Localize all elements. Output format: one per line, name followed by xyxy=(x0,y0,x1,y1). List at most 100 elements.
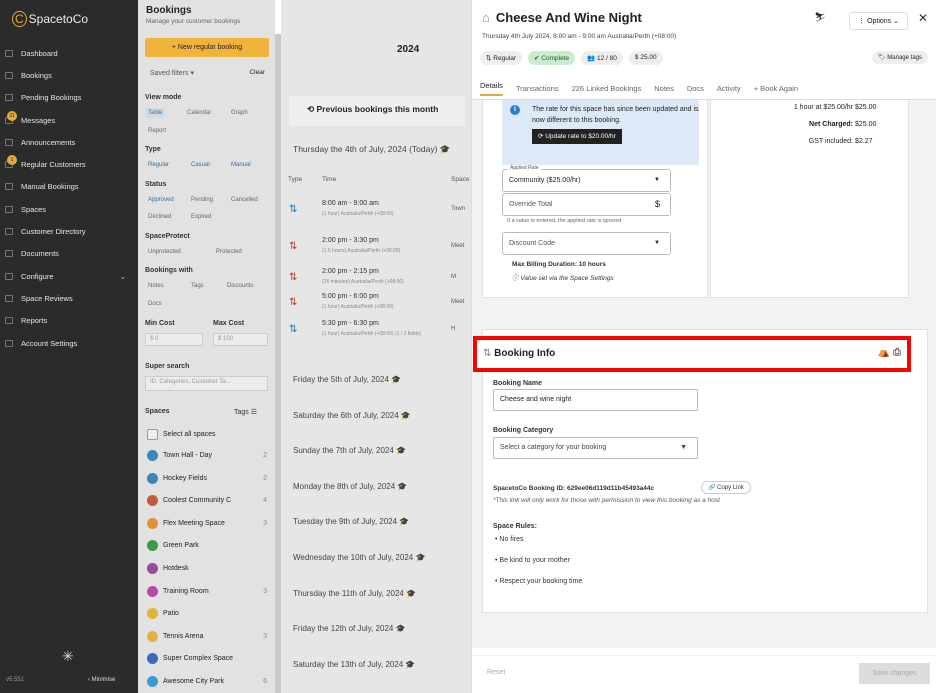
update-rate-button[interactable]: ⟳ Update rate to $20.00/hr xyxy=(532,129,622,144)
space-name: Awesome City Park xyxy=(163,678,224,685)
detail-scroll[interactable]: i The rate for this space has since been… xyxy=(472,100,936,648)
event-detail: (1.5 hours) Australia/Perth (+08:00) xyxy=(322,248,401,254)
space-item[interactable]: Hockey Fields 2 xyxy=(147,472,267,484)
space-item[interactable]: Training Room 3 xyxy=(147,585,267,597)
day-heading: Saturday the 6th of July, 2024 🎓 xyxy=(293,411,411,420)
tab-activity[interactable]: Activity xyxy=(717,84,741,93)
info-icon: i xyxy=(510,105,520,115)
type-casual[interactable]: Casual xyxy=(188,160,213,170)
booking-name-input[interactable]: Cheese and wine night xyxy=(493,389,698,411)
tab-transactions[interactable]: Transactions xyxy=(516,84,559,93)
sidebar-item-announcements[interactable]: Announcements xyxy=(0,131,138,153)
space-item[interactable]: Awesome City Park 6 xyxy=(147,676,267,687)
rate-info-banner: i The rate for this space has since been… xyxy=(502,100,699,165)
save-changes-button[interactable]: Save changes xyxy=(859,663,930,684)
with-tags[interactable]: Tags xyxy=(188,281,207,291)
day-heading: Saturday the 13th of July, 2024 🎓 xyxy=(293,660,415,669)
booking-category-label: Booking Category xyxy=(493,427,554,434)
sidebar-item-label: Announcements xyxy=(21,137,76,147)
sidebar-item-messages[interactable]: 31 Messages xyxy=(0,109,138,131)
view-report[interactable]: Report xyxy=(145,126,169,136)
view-table[interactable]: Table xyxy=(145,108,166,118)
day-heading: Friday the 5th of July, 2024 🎓 xyxy=(293,375,401,384)
minimise-button[interactable]: ‹ Minimise xyxy=(88,677,115,683)
select-all-spaces[interactable]: Select all spaces xyxy=(147,429,267,440)
booking-id-hint: *This link will only work for those with… xyxy=(493,497,720,504)
space-item[interactable]: Coolest Community C 4 xyxy=(147,495,267,507)
sidebar-item-regular-customers[interactable]: 1 Regular Customers xyxy=(0,153,138,175)
space-item[interactable]: Flex Meeting Space 3 xyxy=(147,517,267,529)
new-regular-booking-button[interactable]: + New regular booking xyxy=(145,38,269,57)
sidebar-item-space-reviews[interactable]: Space Reviews xyxy=(0,287,138,309)
sidebar-item-documents[interactable]: Documents xyxy=(0,243,138,265)
sidebar-item-pending-bookings[interactable]: Pending Bookings xyxy=(0,87,138,109)
status-approved[interactable]: Approved xyxy=(145,195,177,205)
applied-rate-select[interactable]: Applied Rate Community ($25.00/hr) ▼ xyxy=(502,165,671,192)
space-check-icon xyxy=(147,563,158,574)
sidebar-item-account-settings[interactable]: Account Settings xyxy=(0,332,138,354)
sidebar-item-label: Spaces xyxy=(21,204,47,214)
type-regular[interactable]: Regular xyxy=(145,160,172,170)
cap-icon: 🎓 xyxy=(398,410,411,420)
view-calendar[interactable]: Calendar xyxy=(184,108,214,118)
print-icon[interactable]: ⛺ ⎙ xyxy=(878,347,901,358)
sidebar-item-bookings[interactable]: Bookings xyxy=(0,64,138,86)
max-cost-input[interactable]: $ 100 xyxy=(213,333,268,346)
booking-title: ⌂ Cheese And Wine Night xyxy=(482,10,642,25)
tab--book-again[interactable]: + Book Again xyxy=(754,84,798,93)
super-search-input[interactable]: ID, Categories, Customer Ta... xyxy=(145,376,268,391)
with-docs[interactable]: Docs xyxy=(145,299,165,309)
page-subtitle: Manage your customer bookings xyxy=(146,18,241,25)
view-graph[interactable]: Graph xyxy=(228,108,251,118)
unprotected-chip[interactable]: Unprotected xyxy=(145,247,184,257)
space-item[interactable]: Super Complex Space xyxy=(147,653,267,665)
status-cancelled[interactable]: Cancelled xyxy=(228,195,261,205)
day-heading: Thursday the 11th of July, 2024 🎓 xyxy=(293,589,416,598)
nav-icon xyxy=(5,294,13,302)
tab-notes[interactable]: Notes xyxy=(654,84,674,93)
clear-button[interactable]: Clear xyxy=(249,69,265,76)
discount-code-select[interactable]: Discount Code ▼ xyxy=(502,232,671,255)
space-item[interactable]: Tennis Arena 3 xyxy=(147,630,267,642)
copy-link-button[interactable]: 🔗 Copy Link xyxy=(701,481,751,494)
status-declined[interactable]: Declined xyxy=(145,212,174,222)
space-check-icon xyxy=(147,517,158,529)
event-time: 5:00 pm - 6:00 pm xyxy=(322,293,379,300)
event-time: 2:00 pm - 3:30 pm xyxy=(322,237,379,244)
theme-toggle-icon[interactable]: ✳ xyxy=(62,648,74,665)
space-item[interactable]: Green Park xyxy=(147,540,267,552)
sidebar-item-dashboard[interactable]: Dashboard xyxy=(0,42,138,64)
space-check-icon xyxy=(147,540,158,552)
protected-chip[interactable]: Protected xyxy=(213,247,245,257)
previous-bookings-button[interactable]: ⟲ Previous bookings this month xyxy=(289,96,465,126)
booking-datetime: Thursday 4th July 2024, 8:00 am - 9:00 a… xyxy=(482,33,677,40)
binoculars-icon[interactable]: ⛷ xyxy=(815,12,826,23)
sidebar-item-manual-bookings[interactable]: Manual Bookings xyxy=(0,176,138,198)
sidebar-item-spaces[interactable]: Spaces xyxy=(0,198,138,220)
sidebar-item-reports[interactable]: Reports xyxy=(0,310,138,332)
day-heading: Monday the 8th of July, 2024 🎓 xyxy=(293,482,407,491)
close-icon[interactable]: ✕ xyxy=(918,11,928,25)
saved-filters-dropdown[interactable]: Saved filters ▾ xyxy=(150,69,194,77)
sidebar-item-configure[interactable]: Configure ⌄ xyxy=(0,265,138,287)
manage-tags-button[interactable]: 🏷 Manage tags xyxy=(872,51,928,64)
space-item[interactable]: Hotdesk xyxy=(147,563,267,574)
with-discounts[interactable]: Discounts xyxy=(224,281,256,291)
with-notes[interactable]: Notes xyxy=(145,281,167,291)
space-item[interactable]: Patio xyxy=(147,608,267,620)
override-total-input[interactable]: Override Total $ xyxy=(502,193,671,216)
type-manual[interactable]: Manual xyxy=(228,160,254,170)
sidebar-item-customer-directory[interactable]: Customer Directory xyxy=(0,220,138,242)
reset-button[interactable]: Reset xyxy=(487,669,505,676)
status-expired[interactable]: Expired xyxy=(188,212,214,222)
booking-category-select[interactable]: Select a category for your booking ▼ xyxy=(493,437,698,459)
cost-label: 1 hour at $25.00/hr xyxy=(793,104,853,111)
tab-docs[interactable]: Docs xyxy=(687,84,704,93)
tags-filter-button[interactable]: Tags ☰ xyxy=(234,408,257,416)
status-pending[interactable]: Pending xyxy=(188,195,216,205)
tab-details[interactable]: Details xyxy=(480,81,503,96)
space-item[interactable]: Town Hall - Day 2 xyxy=(147,450,267,461)
options-dropdown[interactable]: ⋮ Options ⌄ xyxy=(849,12,908,30)
min-cost-input[interactable]: $ 0 xyxy=(145,333,203,346)
tab-226-linked-bookings[interactable]: 226 Linked Bookings xyxy=(572,84,642,93)
